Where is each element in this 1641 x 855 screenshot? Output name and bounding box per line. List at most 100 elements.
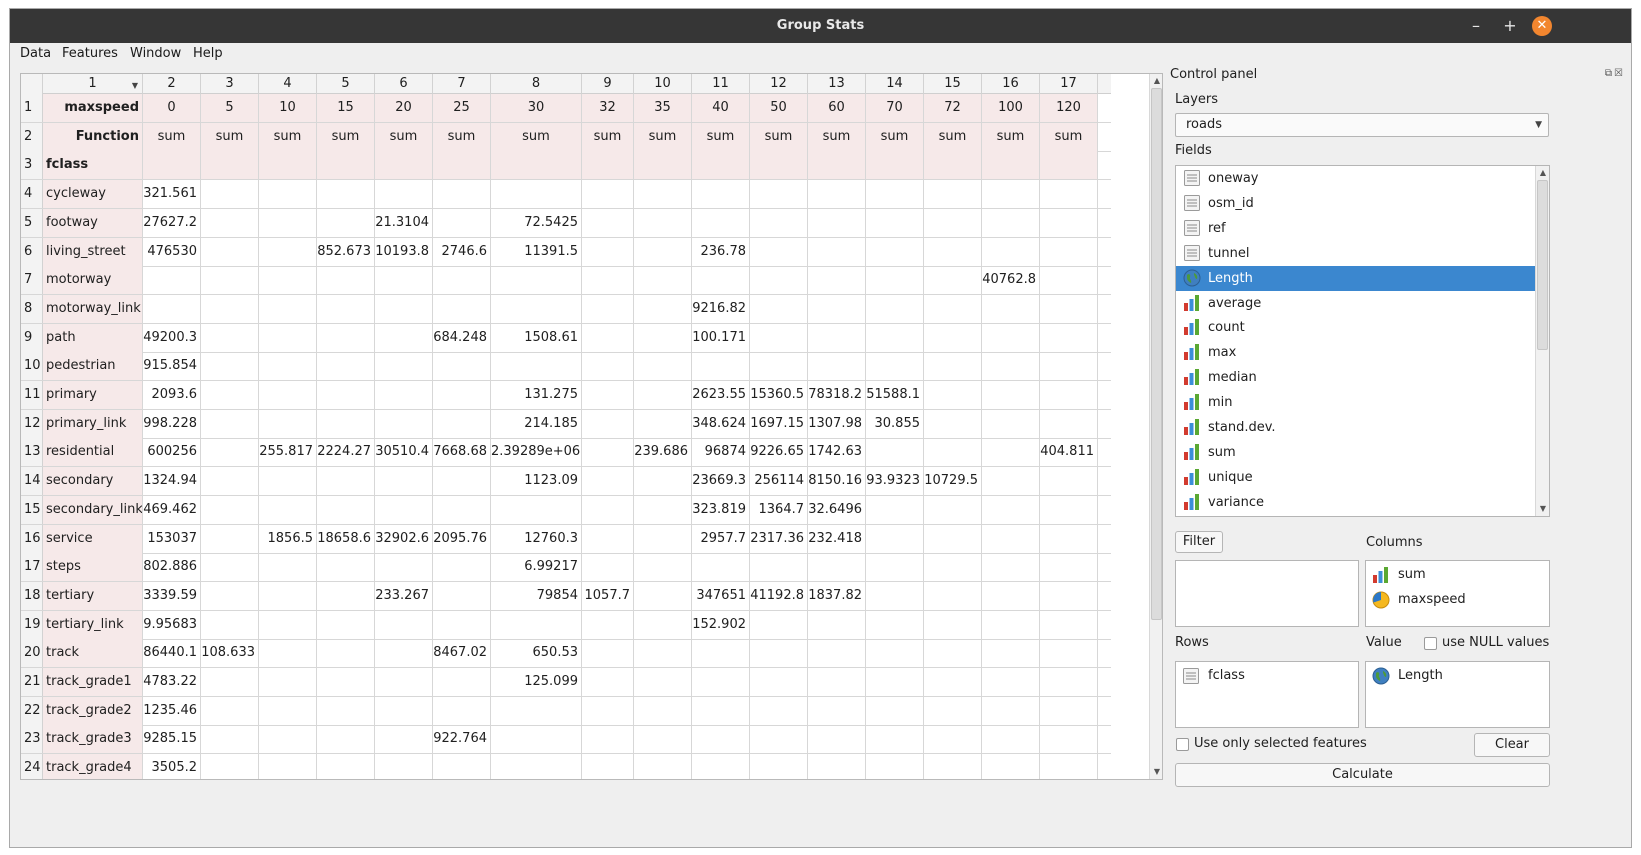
table-cell[interactable] [982, 696, 1040, 725]
table-cell[interactable] [808, 294, 866, 323]
table-cell[interactable]: 6.99217 [491, 553, 582, 582]
table-cell[interactable] [259, 639, 317, 668]
table-cell[interactable] [143, 294, 201, 323]
table-cell[interactable]: 915.854 [143, 352, 201, 381]
table-cell[interactable]: 2623.55 [692, 381, 750, 409]
table-cell[interactable] [692, 266, 750, 295]
table-cell[interactable] [259, 553, 317, 582]
table-vertical-scrollbar[interactable]: ▲ ▼ [1149, 74, 1162, 779]
table-cell[interactable] [582, 495, 634, 524]
table-cell[interactable] [1040, 639, 1098, 668]
table-cell[interactable] [924, 668, 982, 696]
table-cell[interactable] [1040, 323, 1098, 352]
table-cell[interactable] [582, 323, 634, 352]
column-header[interactable]: 2 [143, 74, 201, 94]
header-cell[interactable] [259, 151, 317, 180]
table-cell[interactable] [582, 639, 634, 668]
table-cell[interactable]: 232.418 [808, 524, 866, 553]
header-cell[interactable] [924, 151, 982, 180]
table-cell[interactable] [1040, 696, 1098, 725]
header-cell[interactable] [433, 151, 491, 180]
table-cell[interactable] [433, 180, 491, 209]
table-cell[interactable] [982, 553, 1040, 582]
table-cell[interactable] [866, 323, 924, 352]
row-label-cell[interactable]: track_grade4 [43, 754, 143, 779]
table-cell[interactable] [924, 725, 982, 754]
table-cell[interactable]: 922.764 [433, 725, 491, 754]
table-cell[interactable] [924, 381, 982, 409]
table-corner[interactable] [21, 74, 43, 94]
table-cell[interactable] [259, 467, 317, 496]
table-cell[interactable] [259, 754, 317, 779]
table-cell[interactable] [866, 754, 924, 779]
menu-window[interactable]: Window [130, 46, 181, 61]
table-cell[interactable] [982, 381, 1040, 409]
table-cell[interactable] [582, 696, 634, 725]
column-header[interactable]: 13 [808, 74, 866, 94]
table-cell[interactable] [750, 668, 808, 696]
table-cell[interactable]: 2.39289e+06 [491, 438, 582, 467]
table-cell[interactable] [582, 180, 634, 209]
table-cell[interactable] [634, 639, 692, 668]
table-cell[interactable]: 3339.59 [143, 581, 201, 610]
table-scroll-thumb[interactable] [1151, 88, 1162, 620]
header-cell[interactable]: sum [924, 122, 982, 151]
table-cell[interactable] [692, 208, 750, 237]
table-cell[interactable] [866, 610, 924, 639]
table-cell[interactable] [866, 266, 924, 295]
table-cell[interactable] [201, 610, 259, 639]
table-cell[interactable]: 404.811 [1040, 438, 1098, 467]
table-cell[interactable]: 125.099 [491, 668, 582, 696]
table-cell[interactable] [259, 208, 317, 237]
row-number[interactable]: 21 [21, 668, 43, 696]
table-cell[interactable] [982, 237, 1040, 266]
row-label-cell[interactable]: maxspeed [43, 94, 143, 122]
table-cell[interactable] [317, 668, 375, 696]
box-item[interactable]: maxspeed [1372, 589, 1466, 611]
row-label-cell[interactable]: primary_link [43, 409, 143, 438]
header-cell[interactable]: 120 [1040, 94, 1098, 122]
header-cell[interactable]: 70 [866, 94, 924, 122]
table-cell[interactable] [692, 754, 750, 779]
box-item[interactable]: sum [1372, 564, 1426, 586]
row-number[interactable]: 16 [21, 524, 43, 553]
table-cell[interactable] [924, 553, 982, 582]
table-cell[interactable]: 11391.5 [491, 237, 582, 266]
row-label-cell[interactable]: Function [43, 122, 143, 151]
table-cell[interactable] [634, 610, 692, 639]
header-cell[interactable]: sum [692, 122, 750, 151]
table-cell[interactable] [433, 467, 491, 496]
header-cell[interactable]: 60 [808, 94, 866, 122]
box-item[interactable]: Length [1372, 665, 1443, 687]
table-cell[interactable] [491, 725, 582, 754]
table-cell[interactable]: 32902.6 [375, 524, 433, 553]
row-number[interactable]: 4 [21, 180, 43, 209]
table-cell[interactable]: 23669.3 [692, 467, 750, 496]
table-cell[interactable] [692, 553, 750, 582]
table-cell[interactable] [1040, 409, 1098, 438]
table-cell[interactable] [201, 323, 259, 352]
table-cell[interactable]: 2746.6 [433, 237, 491, 266]
table-cell[interactable] [866, 294, 924, 323]
field-item[interactable]: min [1176, 390, 1536, 415]
row-label-cell[interactable]: living_street [43, 237, 143, 266]
table-cell[interactable]: 79854 [491, 581, 582, 610]
scroll-up-arrow-icon[interactable]: ▲ [1536, 166, 1549, 180]
table-cell[interactable] [1040, 208, 1098, 237]
table-cell[interactable]: 30.855 [866, 409, 924, 438]
table-cell[interactable]: 1057.7 [582, 581, 634, 610]
table-cell[interactable] [692, 352, 750, 381]
table-cell[interactable] [866, 352, 924, 381]
row-label-cell[interactable]: track [43, 639, 143, 668]
table-cell[interactable] [808, 725, 866, 754]
menu-help[interactable]: Help [193, 46, 223, 61]
table-cell[interactable] [634, 467, 692, 496]
table-cell[interactable] [375, 495, 433, 524]
table-cell[interactable] [259, 180, 317, 209]
header-cell[interactable] [1040, 151, 1098, 180]
field-item[interactable]: sum [1176, 440, 1536, 465]
column-header[interactable]: 3 [201, 74, 259, 94]
table-cell[interactable] [433, 294, 491, 323]
table-cell[interactable]: 233.267 [375, 581, 433, 610]
header-cell[interactable] [692, 151, 750, 180]
